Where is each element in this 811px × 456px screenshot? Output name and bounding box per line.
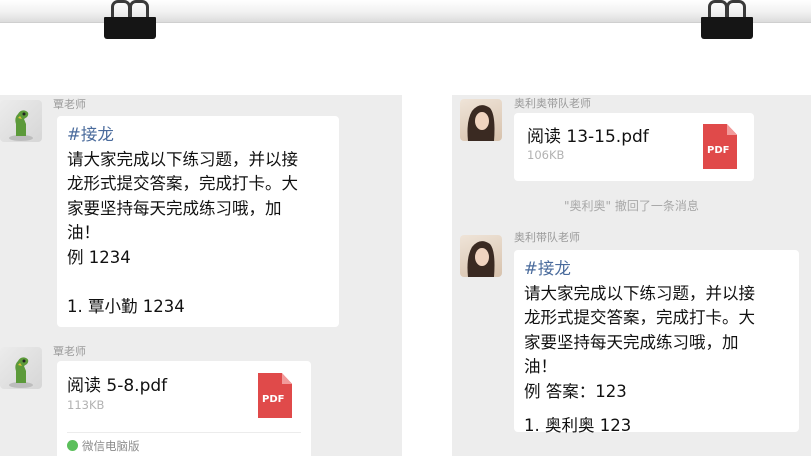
file-message-bubble[interactable]: 阅读 13-15.pdf 106KB PDF <box>514 113 754 181</box>
avatar-dinosaur[interactable] <box>0 100 42 142</box>
message-line: 油！ <box>67 223 100 242</box>
file-name: 阅读 13-15.pdf <box>527 127 649 147</box>
message-line: 龙形式提交答案，完成打卡。大 <box>67 174 298 193</box>
message-line: 请大家完成以下练习题，并以接 <box>524 283 755 303</box>
binder-clip-left <box>101 0 159 40</box>
message-line: 油！ <box>524 357 557 376</box>
message-line: 家要坚持每天完成练习哦，加 <box>524 332 739 352</box>
divider <box>67 432 301 433</box>
message-line: 请大家完成以下练习题，并以接 <box>67 149 298 169</box>
recall-notice: "奥利奥" 撤回了一条消息 <box>564 199 699 213</box>
pdf-fold-icon <box>282 373 292 384</box>
text-message-bubble[interactable]: #接龙 请大家完成以下练习题，并以接 龙形式提交答案，完成打卡。大 家要坚持每天… <box>57 116 339 327</box>
sender-name: 覃老师 <box>53 345 86 358</box>
hashtag-link[interactable]: #接龙 <box>67 123 329 148</box>
file-message-bubble[interactable]: 阅读 5-8.pdf 113KB PDF 微信电脑版 <box>57 361 311 456</box>
message-line: 家要坚持每天完成练习哦，加 <box>67 198 282 218</box>
pdf-fold-icon <box>727 124 737 135</box>
message-line: 例 1234 <box>67 247 131 267</box>
text-message-bubble[interactable]: #接龙 请大家完成以下练习题，并以接 龙形式提交答案，完成打卡。大 家要坚持每天… <box>514 250 799 435</box>
chain-entry: 1. 覃小勤 1234 <box>67 296 185 316</box>
chain-entry: 1. 奥利奥 123 <box>524 416 632 435</box>
sender-name: 奥利奥带队老师 <box>514 97 591 110</box>
avatar-dinosaur[interactable] <box>0 347 42 389</box>
sender-name: 奥利带队老师 <box>514 231 580 244</box>
wechat-client-icon <box>67 440 78 451</box>
pdf-label: PDF <box>262 394 285 405</box>
file-size: 106KB <box>527 148 565 162</box>
left-chat-screenshot: 覃老师 #接龙 请大家完成以下练习题，并以接 龙形式提交答案，完成打卡。大 家要… <box>0 95 402 456</box>
client-label: 微信电脑版 <box>82 439 140 453</box>
message-line: 例 答案：123 <box>524 381 627 401</box>
message-line: 龙形式提交答案，完成打卡。大 <box>524 308 755 327</box>
binder-clip-right <box>698 0 756 40</box>
right-chat-screenshot: 奥利奥带队老师 阅读 13-15.pdf 106KB PDF "奥利奥" 撤回了… <box>452 95 811 456</box>
file-name: 阅读 5-8.pdf <box>67 376 168 396</box>
sender-name: 覃老师 <box>53 98 86 111</box>
hashtag-link[interactable]: #接龙 <box>524 257 789 282</box>
avatar-photo[interactable] <box>460 99 502 141</box>
pdf-label: PDF <box>707 145 730 156</box>
avatar-photo[interactable] <box>460 235 502 277</box>
file-size: 113KB <box>67 398 105 412</box>
